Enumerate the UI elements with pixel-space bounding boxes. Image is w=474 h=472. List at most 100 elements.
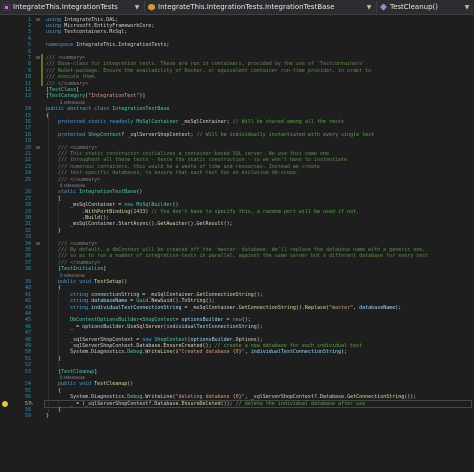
indent-guide — [58, 399, 59, 413]
code-area[interactable]: using IntegrateThis.DAL; using Microsoft.… — [44, 15, 474, 472]
code-line[interactable]: /// so as to run a number of integration… — [46, 252, 428, 260]
editor-gutter: 1 ⊟ 2 3 4 5 6 7 ⊟ 8 9 10 11 12 13 14 15 16 17 18 19 20 ⊟ 21 22 23… — [0, 15, 44, 472]
code-token: // Will be shared among all the tests — [232, 118, 345, 125]
code-token: databaseName — [359, 304, 396, 311]
code-line[interactable]: System.Diagnostics.Debug.WriteLine($"Cre… — [46, 348, 347, 356]
code-token: WriteLine — [145, 349, 173, 356]
code-token: TestSetup — [94, 278, 122, 285]
code-token: (). — [187, 221, 197, 228]
project-dropdown[interactable]: IntegrateThis.IntegrationTests ▼ — [0, 1, 145, 13]
code-token: ] — [103, 266, 107, 273]
code-token: ShopContext — [88, 131, 122, 138]
code-token: _msSqlContainer; — [178, 118, 233, 125]
code-token: Testcontainers.MsSql; — [64, 29, 128, 36]
code-line[interactable]: _ = (_sqlServerShopContext?.Database.Ens… — [46, 400, 365, 408]
code-token: test-specific databases, to ensure that … — [70, 170, 299, 177]
project-label: IntegrateThis.IntegrationTests — [13, 3, 118, 11]
collapse-region-icon[interactable]: ⊟ — [35, 241, 41, 247]
code-token: protected — [58, 131, 89, 138]
code-token: public void — [58, 278, 95, 285]
code-editor[interactable]: 1 ⊟ 2 3 4 5 6 7 ⊟ 8 9 10 11 12 13 14 15 16 17 18 19 20 ⊟ 21 22 23… — [0, 15, 474, 472]
code-token: ] — [94, 368, 98, 375]
code-token: (). — [295, 304, 305, 311]
member-label: TestCleanup() — [390, 3, 438, 11]
code-line[interactable]: protected static readonly MsSqlContainer… — [46, 118, 344, 126]
code-token: // You don't have to specify this, a ran… — [151, 208, 360, 215]
class-dropdown[interactable]: IntegrateThis.IntegrationTests.Integrati… — [145, 1, 377, 13]
code-token: ); — [341, 349, 348, 356]
code-line[interactable]: public abstract class IntegrationTestBas… — [46, 105, 169, 113]
line-number: 25 — [24, 176, 31, 183]
class-label: IntegrateThis.IntegrationTests.Integrati… — [158, 3, 335, 11]
ide-window: IntegrateThis.IntegrationTests ▼ Integra… — [0, 0, 474, 472]
code-token: $"Created database {0}" — [175, 349, 245, 356]
code-token: namespace — [46, 42, 77, 49]
code-token: () — [121, 278, 128, 285]
code-line[interactable]: _ = optionsBuilder.UseSqlServer(individu… — [46, 323, 263, 331]
code-token: static — [58, 189, 80, 196]
code-token: optionsBuilder — [82, 323, 125, 330]
code-line[interactable]: } — [46, 412, 49, 420]
code-token: so as to run a number of integration-tes… — [70, 253, 429, 260]
code-token: individualTestConnectionString — [166, 323, 257, 330]
code-token: (); — [253, 291, 263, 298]
code-token: GetResult — [196, 221, 224, 228]
navigation-bar: IntegrateThis.IntegrationTests ▼ Integra… — [0, 0, 474, 15]
chevron-down-icon: ▼ — [366, 3, 372, 11]
code-token: EnsureDeleted — [181, 400, 221, 407]
chevron-down-icon: ▼ — [464, 3, 470, 11]
collapse-region-icon[interactable]: ⊟ — [35, 17, 41, 23]
code-token: using — [46, 29, 65, 36]
code-token: = _msSqlContainer. — [181, 304, 239, 311]
code-token: Replace — [304, 304, 326, 311]
code-token: NuGet-package. Ensure the availability o… — [58, 67, 372, 74]
code-token: // delete the individual database after … — [235, 400, 366, 407]
code-token: GetConnectionString — [238, 304, 296, 311]
code-token: StartAsync — [118, 221, 149, 228]
project-icon — [3, 3, 10, 11]
code-token: IntegrationTestBase — [79, 189, 137, 196]
code-token: protected static readonly — [58, 118, 137, 125]
class-icon — [148, 3, 155, 11]
indent-guide — [58, 290, 59, 368]
member-dropdown[interactable]: TestCleanup() ▼ — [377, 1, 474, 13]
code-token: ? _sqlServerShopContext; — [121, 131, 197, 138]
code-token: "IntegrationTest" — [88, 93, 140, 100]
code-token: (); — [223, 221, 233, 228]
code-token: 1433 — [133, 208, 146, 215]
indent-guide — [48, 111, 49, 413]
code-token: public abstract class — [46, 106, 113, 113]
code-token: individualTestConnectionString — [250, 349, 342, 356]
code-line[interactable]: namespace IntegrateThis.IntegrationTests… — [46, 41, 169, 49]
code-token: GetAwaiter — [157, 221, 188, 228]
code-token: () — [127, 381, 134, 388]
collapse-region-icon[interactable]: ⊟ — [35, 145, 41, 151]
line-number: 53 — [24, 368, 31, 375]
code-line[interactable]: string individualTestConnectionString = … — [46, 304, 401, 312]
code-token: TestCleanup — [94, 381, 128, 388]
lightbulb-icon[interactable] — [2, 400, 8, 407]
code-line[interactable]: _msSqlContainer.StartAsync().GetAwaiter(… — [46, 220, 233, 228]
chevron-down-icon: ▼ — [134, 3, 140, 11]
code-token: Database. — [154, 400, 182, 407]
code-token: } — [46, 413, 50, 420]
code-token: Debug — [127, 349, 143, 356]
change-indicator — [41, 53, 43, 86]
code-token: IntegrateThis.IntegrationTests; — [76, 42, 170, 49]
code-line[interactable]: using Testcontainers.MsSql; — [46, 28, 127, 36]
code-token: MsSqlContainer — [136, 118, 179, 125]
code-token: () — [136, 189, 143, 196]
line-number: 59 — [24, 413, 31, 420]
code-token: ); — [395, 304, 402, 311]
code-token: IntegrationTestBase — [112, 106, 170, 113]
code-token: _ = (_sqlServerShopContext?. — [46, 400, 155, 407]
code-line[interactable]: protected ShopContext? _sqlServerShopCon… — [46, 131, 374, 139]
code-token: ()); — [220, 400, 236, 407]
code-token: // Will be individually instantiated wit… — [196, 131, 375, 138]
method-icon — [380, 3, 387, 11]
code-token: "master" — [329, 304, 354, 311]
code-token: public void — [58, 381, 95, 388]
code-token: string — [70, 304, 92, 311]
code-token: individualTestConnectionString — [91, 304, 182, 311]
line-number: 38 — [24, 266, 31, 273]
